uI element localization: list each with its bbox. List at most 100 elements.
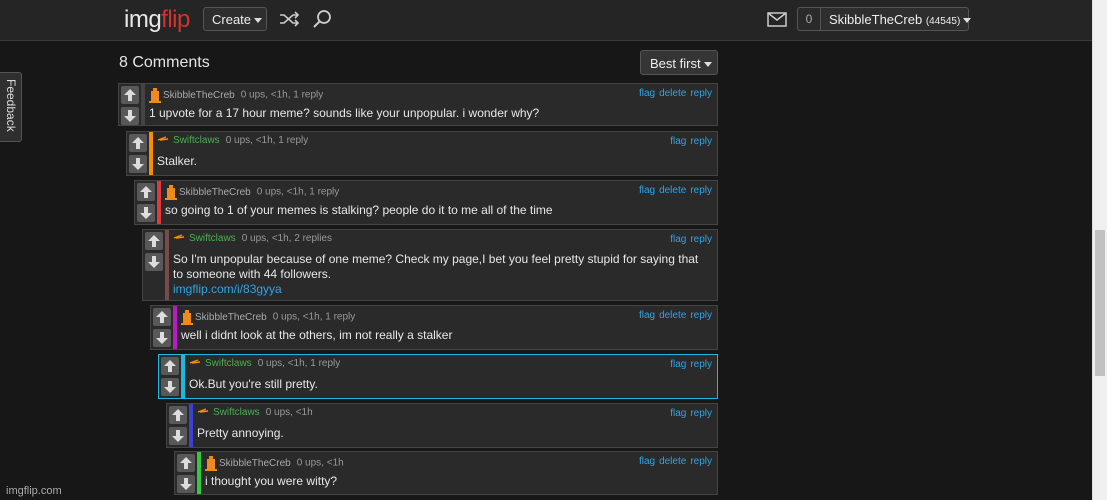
upvote-button[interactable] <box>121 86 139 104</box>
comment-meta: 0 ups, <1h, 1 reply <box>240 89 324 101</box>
comment-username[interactable]: SkibbleTheCreb <box>219 458 291 469</box>
downvote-button[interactable] <box>129 155 147 173</box>
sort-label: Best first <box>650 56 701 71</box>
reply-link[interactable]: reply <box>690 456 712 467</box>
upvote-button[interactable] <box>169 406 187 424</box>
chevron-down-icon <box>254 18 263 24</box>
comment-username[interactable]: Swiftclaws <box>189 233 236 244</box>
comment-text: So I'm unpopular because of one meme? Ch… <box>173 252 699 296</box>
delete-link[interactable]: delete <box>659 88 686 99</box>
comment-header: Swiftclaws 0 ups, <1h, 1 reply <box>189 358 340 369</box>
downvote-button[interactable] <box>121 107 139 125</box>
comment: Swiftclaws 0 ups, <1h, 1 reply flag reply Ok… <box>158 354 718 399</box>
comment-header: SkibbleTheCreb 0 ups, <1h, 1 reply <box>181 309 355 325</box>
avatar[interactable] <box>173 233 187 241</box>
avatar[interactable] <box>189 358 203 366</box>
thread-depth-bar <box>157 181 161 224</box>
upvote-button[interactable] <box>161 357 179 375</box>
flag-link[interactable]: flag <box>639 185 655 196</box>
downvote-button[interactable] <box>177 475 195 493</box>
comment: Swiftclaws 0 ups, <1h, 2 replies flag reply… <box>142 229 718 301</box>
avatar[interactable] <box>205 455 217 471</box>
vote-controls <box>151 306 173 349</box>
comment-header: SkibbleTheCreb 0 ups, <1h <box>205 455 344 471</box>
comment-meta: 0 ups, <1h, 1 reply <box>225 135 309 146</box>
avatar[interactable] <box>197 407 211 415</box>
chevron-down-icon <box>963 18 972 24</box>
scrollbar-thumb[interactable] <box>1095 230 1105 376</box>
reply-link[interactable]: reply <box>690 408 712 419</box>
scrollbar[interactable] <box>1092 0 1107 500</box>
comment-username[interactable]: SkibbleTheCreb <box>195 312 267 323</box>
upvote-button[interactable] <box>153 308 171 326</box>
flag-link[interactable]: flag <box>670 136 686 147</box>
delete-link[interactable]: delete <box>659 310 686 321</box>
flag-link[interactable]: flag <box>639 310 655 321</box>
reply-link[interactable]: reply <box>690 310 712 321</box>
comment-username[interactable]: Swiftclaws <box>173 135 220 146</box>
upvote-button[interactable] <box>129 134 147 152</box>
avatar[interactable] <box>157 135 171 143</box>
footer-link[interactable]: imgflip.com <box>6 485 62 497</box>
downvote-button[interactable] <box>153 329 171 347</box>
thread-depth-bar <box>181 355 185 398</box>
comment-text: so going to 1 of your memes is stalking?… <box>165 203 553 217</box>
thread-depth-bar <box>173 306 177 349</box>
comment-username[interactable]: SkibbleTheCreb <box>179 187 251 198</box>
comment: Swiftclaws 0 ups, <1h flag reply Pretty anno… <box>166 403 718 448</box>
downvote-button[interactable] <box>161 378 179 396</box>
delete-link[interactable]: delete <box>659 456 686 467</box>
feedback-tab[interactable]: Feedback <box>0 72 22 142</box>
user-menu-button[interactable]: SkibbleTheCreb (44545) <box>820 7 972 31</box>
username-label: SkibbleTheCreb <box>829 12 923 27</box>
reply-link[interactable]: reply <box>690 136 712 147</box>
shuffle-icon[interactable] <box>278 10 300 28</box>
flag-link[interactable]: flag <box>670 408 686 419</box>
reply-link[interactable]: reply <box>690 185 712 196</box>
comments-count-title: 8 Comments <box>119 54 210 71</box>
vote-controls <box>119 84 141 125</box>
vote-controls <box>143 230 165 300</box>
comment-text: i thought you were witty? <box>205 474 338 488</box>
imgflip-logo[interactable]: imgflip <box>124 6 190 34</box>
downvote-button[interactable] <box>145 253 163 271</box>
comment-actions: flag reply <box>666 234 712 245</box>
comment-username[interactable]: Swiftclaws <box>205 358 252 369</box>
flag-link[interactable]: flag <box>639 456 655 467</box>
thread-depth-bar <box>141 84 145 125</box>
comment-username[interactable]: Swiftclaws <box>213 407 260 418</box>
reply-link[interactable]: reply <box>690 359 712 370</box>
comment-actions: flag delete reply <box>635 456 712 467</box>
comment-meta: 0 ups, <1h, 2 replies <box>241 233 333 244</box>
avatar[interactable] <box>149 87 161 103</box>
thread-depth-bar <box>165 230 169 300</box>
reply-link[interactable]: reply <box>690 88 712 99</box>
flag-link[interactable]: flag <box>639 88 655 99</box>
delete-link[interactable]: delete <box>659 185 686 196</box>
thread-depth-bar <box>189 404 193 447</box>
upvote-button[interactable] <box>177 454 195 472</box>
comment-text: Stalker. <box>157 154 198 168</box>
mail-icon[interactable] <box>767 12 787 27</box>
create-label: Create <box>212 12 252 27</box>
comment-username[interactable]: SkibbleTheCreb <box>163 90 235 101</box>
upvote-button[interactable] <box>137 183 155 201</box>
comment-header: Swiftclaws 0 ups, <1h, 2 replies <box>173 233 332 244</box>
create-button[interactable]: Create <box>203 7 267 31</box>
search-icon[interactable] <box>312 9 332 29</box>
downvote-button[interactable] <box>137 204 155 222</box>
comment-header: SkibbleTheCreb 0 ups, <1h, 1 reply <box>149 87 323 103</box>
flag-link[interactable]: flag <box>670 234 686 245</box>
notification-count[interactable]: 0 <box>797 7 821 31</box>
chevron-down-icon <box>703 62 712 68</box>
sort-dropdown[interactable]: Best first <box>640 50 718 75</box>
flag-link[interactable]: flag <box>670 359 686 370</box>
comment-text: well i didnt look at the others, im not … <box>181 328 453 342</box>
comment-link[interactable]: imgflip.com/i/83gyya <box>173 282 282 296</box>
downvote-button[interactable] <box>169 427 187 445</box>
avatar[interactable] <box>165 184 177 200</box>
comment-meta: 0 ups, <1h <box>296 457 344 469</box>
avatar[interactable] <box>181 309 193 325</box>
reply-link[interactable]: reply <box>690 234 712 245</box>
upvote-button[interactable] <box>145 232 163 250</box>
